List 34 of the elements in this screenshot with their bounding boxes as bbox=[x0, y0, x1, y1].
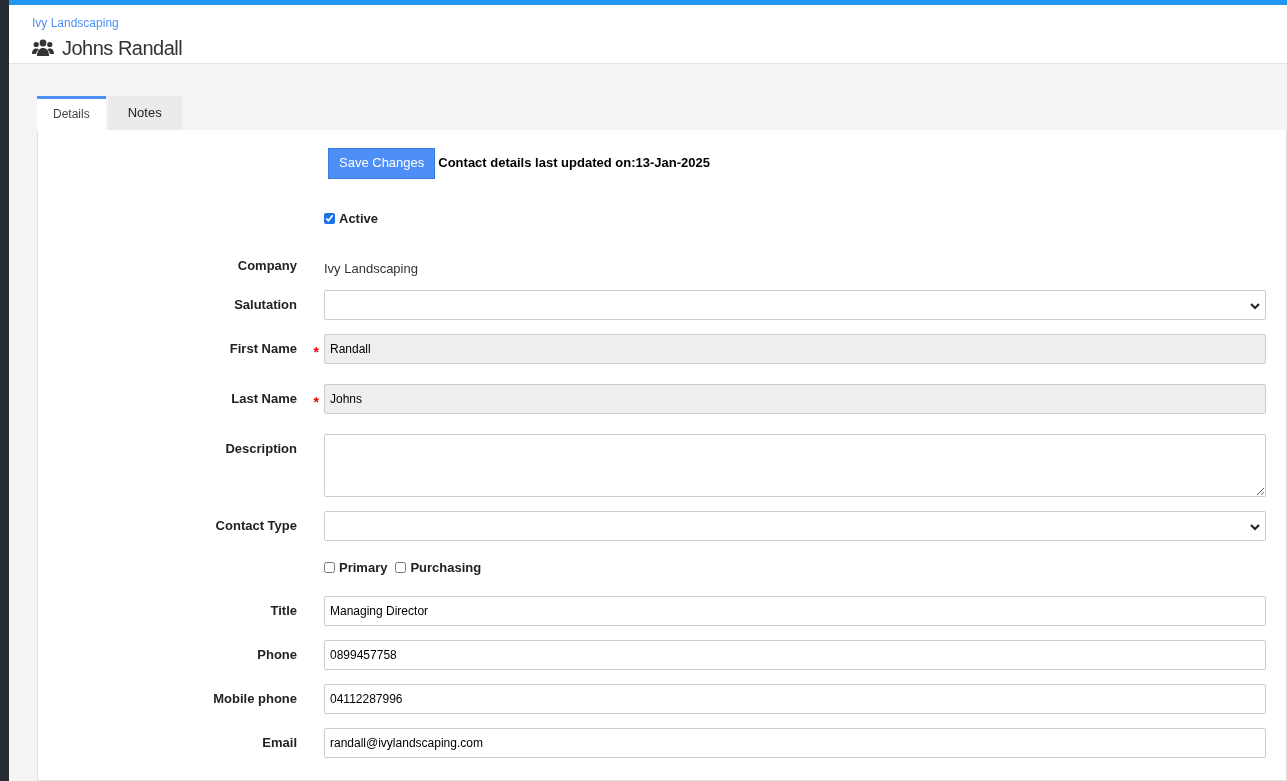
company-value: Ivy Landscaping bbox=[324, 261, 418, 276]
checkbox[interactable] bbox=[395, 562, 407, 574]
tab[interactable]: Notes bbox=[107, 95, 182, 130]
input-field[interactable]: Johns bbox=[324, 384, 1266, 414]
active-checkbox[interactable] bbox=[324, 212, 335, 224]
active-label: Active bbox=[339, 209, 379, 228]
page-title: Johns Randall bbox=[62, 35, 183, 61]
checkbox-label: Purchasing bbox=[410, 559, 482, 577]
field-label: Mobile phone bbox=[213, 691, 297, 706]
select-field[interactable] bbox=[324, 290, 1266, 320]
chevron-down-icon bbox=[1250, 524, 1260, 531]
field-label: Description bbox=[225, 441, 297, 456]
users-icon bbox=[32, 38, 54, 57]
field-label: Phone bbox=[257, 647, 297, 662]
field-label: First Name bbox=[229, 341, 297, 356]
checkbox[interactable] bbox=[324, 562, 335, 574]
required-mark: * bbox=[313, 343, 319, 362]
field-label: Title bbox=[270, 603, 297, 618]
field-label: Salutation bbox=[234, 297, 297, 312]
input-field[interactable]: Randall bbox=[324, 334, 1266, 364]
input-field[interactable]: Managing Director bbox=[324, 596, 1266, 626]
input-field[interactable]: 04112287996 bbox=[324, 684, 1266, 714]
last-updated-text: Contact details last updated on:13-Jan-2025 bbox=[438, 154, 710, 173]
field-label: Email bbox=[262, 735, 297, 750]
required-mark: * bbox=[313, 393, 319, 412]
input-field[interactable]: randall@ivylandscaping.com bbox=[324, 728, 1266, 758]
input-field[interactable]: 0899457758 bbox=[324, 640, 1266, 670]
field-label: Last Name bbox=[231, 391, 297, 406]
chevron-down-icon bbox=[1250, 303, 1260, 310]
field-label: Company bbox=[237, 258, 297, 273]
checkbox-label: Primary bbox=[339, 559, 388, 577]
select-field[interactable] bbox=[324, 511, 1266, 541]
field-label: Contact Type bbox=[215, 518, 297, 533]
tab[interactable]: Details bbox=[37, 95, 106, 130]
